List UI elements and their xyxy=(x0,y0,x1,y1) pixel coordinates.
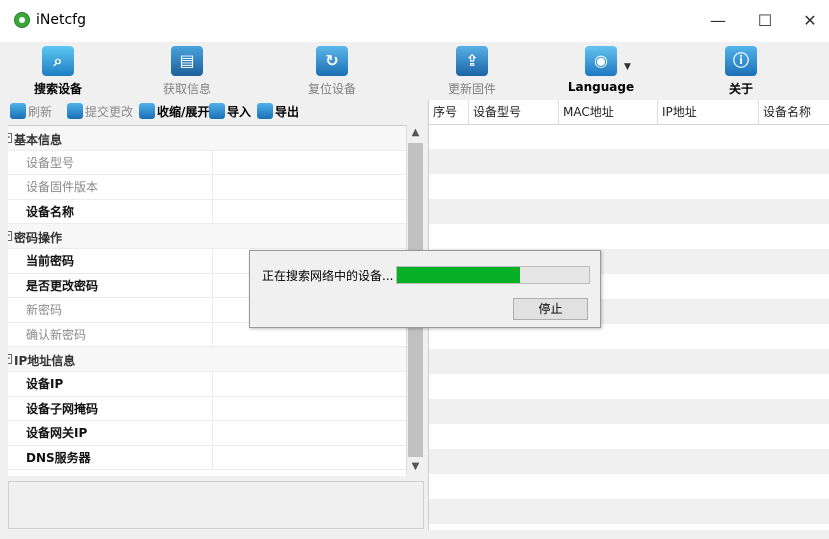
property-toolbar: 刷新 提交更改 收缩/展开 导入 导出 xyxy=(0,100,424,124)
refresh-label: 刷新 xyxy=(28,105,53,119)
firmware-icon: ⇪ xyxy=(456,46,488,76)
about-icon: ⓘ xyxy=(725,46,757,76)
property-row[interactable]: 设备IP xyxy=(8,371,406,397)
submit-changes-button[interactable]: 提交更改 xyxy=(67,103,133,121)
update-firmware-label: 更新固件 xyxy=(447,82,496,96)
property-name: 设备名称 xyxy=(8,199,213,224)
collapse-expand-label: 收缩/展开 xyxy=(157,105,210,119)
property-row[interactable]: DNS服务器 xyxy=(8,445,406,471)
refresh-icon xyxy=(10,103,26,119)
reset-device-label: 复位设备 xyxy=(307,82,356,96)
collapse-icon[interactable]: − xyxy=(8,354,12,365)
get-info-button[interactable]: ▤ 获取信息 xyxy=(147,46,227,97)
window-title: iNetcfg xyxy=(36,12,86,28)
app-window: iNetcfg — ☐ ✕ ⌕ 搜索设备 ▤ 获取信息 ↻ 复位设备 ⇪ 更新固… xyxy=(0,0,829,539)
property-name: 确认新密码 xyxy=(8,322,213,347)
category-label: IP地址信息 xyxy=(14,354,76,369)
about-label: 关于 xyxy=(728,82,753,96)
main-toolbar: ⌕ 搜索设备 ▤ 获取信息 ↻ 复位设备 ⇪ 更新固件 ◉ Language ⓘ… xyxy=(0,42,829,100)
empty-list-row xyxy=(429,499,829,524)
property-row[interactable]: 设备名称 xyxy=(8,199,406,225)
column-header-model[interactable]: 设备型号 xyxy=(469,100,559,124)
empty-list-row xyxy=(429,199,829,224)
minimize-button[interactable]: — xyxy=(705,10,731,32)
reset-device-button[interactable]: ↻ 复位设备 xyxy=(292,46,372,97)
progress-bar xyxy=(396,266,590,284)
collapse-expand-button[interactable]: 收缩/展开 xyxy=(139,103,209,121)
category-label: 密码操作 xyxy=(14,231,63,246)
export-button[interactable]: 导出 xyxy=(257,103,299,121)
title-bar: iNetcfg — ☐ ✕ xyxy=(0,0,829,42)
progress-bar-fill xyxy=(397,267,520,283)
property-name: 新密码 xyxy=(8,298,213,323)
app-logo-icon xyxy=(14,12,30,28)
property-name: DNS服务器 xyxy=(8,445,213,470)
language-label: Language xyxy=(567,80,635,94)
collapse-icon[interactable]: − xyxy=(8,231,12,242)
close-button[interactable]: ✕ xyxy=(797,10,823,32)
property-name: 设备IP xyxy=(8,371,213,396)
scroll-down-icon[interactable]: ▼ xyxy=(407,459,424,475)
stop-button[interactable]: 停止 xyxy=(513,298,588,320)
progress-message: 正在搜索网络中的设备... xyxy=(262,269,394,283)
import-button[interactable]: 导入 xyxy=(209,103,251,121)
property-description-panel xyxy=(8,481,424,529)
property-row[interactable]: 设备型号 xyxy=(8,150,406,176)
submit-label: 提交更改 xyxy=(85,105,134,119)
column-header-index[interactable]: 序号 xyxy=(429,100,469,124)
empty-list-row xyxy=(429,149,829,174)
category-password[interactable]: − 密码操作 xyxy=(8,224,406,249)
import-icon xyxy=(209,103,225,119)
update-firmware-button[interactable]: ⇪ 更新固件 xyxy=(432,46,512,97)
empty-list-row xyxy=(429,449,829,474)
maximize-button[interactable]: ☐ xyxy=(752,10,778,32)
info-icon: ▤ xyxy=(171,46,203,76)
submit-icon xyxy=(67,103,83,119)
property-row[interactable]: 设备网关IP xyxy=(8,421,406,446)
search-icon: ⌕ xyxy=(42,46,74,76)
category-basic-info[interactable]: − 基本信息 xyxy=(8,126,406,151)
category-ip-info[interactable]: − IP地址信息 xyxy=(8,347,406,372)
import-label: 导入 xyxy=(227,105,252,119)
scroll-up-icon[interactable]: ▲ xyxy=(407,125,424,141)
property-name: 当前密码 xyxy=(8,248,213,273)
get-info-label: 获取信息 xyxy=(162,82,211,96)
search-progress-dialog: 正在搜索网络中的设备... 停止 xyxy=(249,250,601,328)
property-row[interactable]: 设备子网掩码 xyxy=(8,396,406,422)
property-name: 是否更改密码 xyxy=(8,273,213,298)
language-dropdown-arrow-icon[interactable]: ▼ xyxy=(624,62,631,72)
property-name: 设备子网掩码 xyxy=(8,396,213,421)
property-row[interactable]: 设备固件版本 xyxy=(8,175,406,200)
collapse-icon[interactable]: − xyxy=(8,133,12,143)
property-name: 设备型号 xyxy=(8,150,213,175)
property-name: 设备固件版本 xyxy=(8,175,213,200)
column-header-ip[interactable]: IP地址 xyxy=(658,100,759,124)
column-header-mac[interactable]: MAC地址 xyxy=(559,100,658,124)
globe-icon: ◉ xyxy=(585,46,617,76)
empty-list-row xyxy=(429,399,829,424)
device-list-header: 序号 设备型号 MAC地址 IP地址 设备名称 xyxy=(429,100,829,125)
refresh-button[interactable]: 刷新 xyxy=(10,103,52,121)
search-devices-button[interactable]: ⌕ 搜索设备 xyxy=(18,46,98,97)
collapse-expand-icon xyxy=(139,103,155,119)
property-name: 设备网关IP xyxy=(8,421,213,446)
category-label: 基本信息 xyxy=(14,133,63,147)
export-icon xyxy=(257,103,273,119)
export-label: 导出 xyxy=(275,105,300,119)
column-header-device-name[interactable]: 设备名称 xyxy=(759,100,829,124)
empty-list-row xyxy=(429,349,829,374)
reset-icon: ↻ xyxy=(316,46,348,76)
search-devices-label: 搜索设备 xyxy=(33,82,82,96)
about-button[interactable]: ⓘ 关于 xyxy=(701,46,781,97)
